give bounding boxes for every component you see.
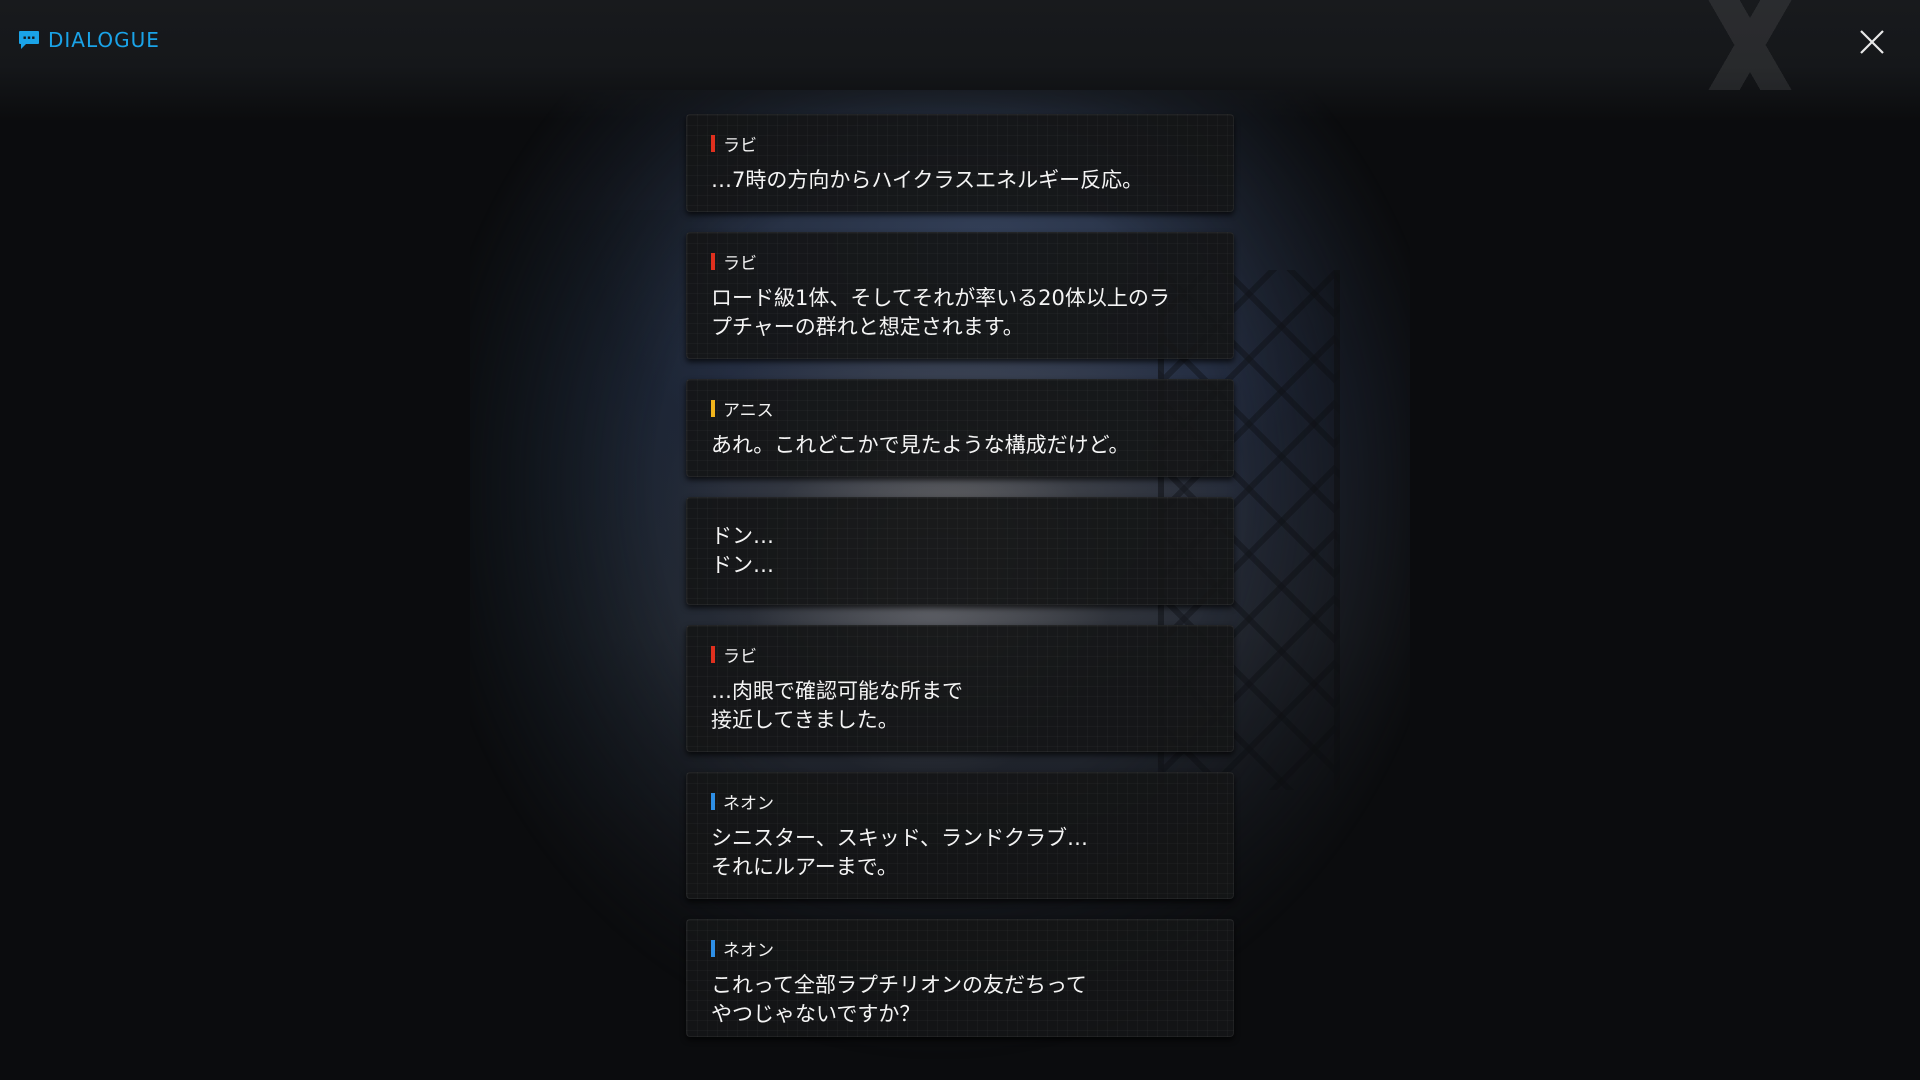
dialogue-header: DIALOGUE: [18, 28, 160, 52]
dialogue-entry: ドン… ドン…: [686, 497, 1234, 605]
speaker-color-bar: [711, 940, 715, 957]
dialogue-line: それにルアーまで。: [711, 855, 898, 879]
speaker-row: ネオン: [711, 789, 1209, 814]
dialogue-entry: アニスあれ。これどこかで見たような構成だけど。: [686, 379, 1234, 477]
dialogue-line: シニスター、スキッド、ランドクラブ…: [711, 826, 1088, 850]
dialogue-line: プチャーの群れと想定されます。: [711, 315, 1024, 339]
dialogue-line: やつじゃないですか？: [711, 1002, 921, 1026]
speaker-name: ネオン: [723, 794, 774, 814]
dialogue-log[interactable]: ラビ …7時の方向からハイクラスエネルギー反応。 ラビ ロード級1体、そしてそれが率い…: [686, 114, 1234, 1037]
dialogue-entry: ラビロード級1体、そしてそれが率いる20体以上のラ プチャーの群れと想定されます。: [686, 232, 1234, 359]
dialogue-entry: ネオンシニスター、スキッド、ランドクラブ… それにルアーまで。: [686, 772, 1234, 899]
dialogue-line: これって全部ラプチリオンの友だちって: [711, 973, 1087, 997]
speaker-name: ラビ: [723, 254, 757, 274]
speaker-name: ネオン: [723, 941, 774, 961]
speaker-name: アニス: [723, 401, 774, 421]
speaker-row: ネオン: [711, 936, 1209, 961]
dialogue-line: ロード級1体、そしてそれが率いる20体以上のラ: [711, 286, 1170, 310]
close-button[interactable]: [1852, 22, 1892, 62]
speaker-row: ラビ: [711, 642, 1209, 667]
speaker-row: ラビ: [711, 249, 1209, 274]
dialogue-line: ドン…: [711, 553, 774, 577]
top-bar: [0, 0, 1920, 120]
dialogue-entry: ネオンこれって全部ラプチリオンの友だちって やつじゃないですか？: [686, 919, 1234, 1037]
speaker-row: アニス: [711, 396, 1209, 421]
dialogue-line: ドン…: [711, 524, 774, 548]
dialogue-line: あれ。これどこかで見たような構成だけど。: [711, 433, 1130, 457]
speaker-name: ラビ: [723, 136, 757, 156]
dialogue-line: …7時の方向からハイクラスエネルギー反応。: [711, 168, 1144, 192]
speaker-color-bar: [711, 135, 715, 152]
dialogue-entry: ラビ …肉眼で確認可能な所まで 接近してきました。: [686, 625, 1234, 752]
dialogue-entry: ラビ …7時の方向からハイクラスエネルギー反応。: [686, 114, 1234, 212]
speaker-color-bar: [711, 400, 715, 417]
speaker-row: ラビ: [711, 131, 1209, 156]
dialogue-line: …肉眼で確認可能な所まで: [711, 679, 963, 703]
speaker-color-bar: [711, 793, 715, 810]
speaker-color-bar: [711, 253, 715, 270]
corner-decoration: [1620, 0, 1880, 90]
dialogue-line: 接近してきました。: [711, 708, 899, 732]
page-title: DIALOGUE: [48, 28, 160, 52]
speaker-color-bar: [711, 646, 715, 663]
speaker-name: ラビ: [723, 647, 757, 667]
chat-bubble-icon: [19, 31, 39, 49]
close-icon: [1860, 30, 1884, 54]
